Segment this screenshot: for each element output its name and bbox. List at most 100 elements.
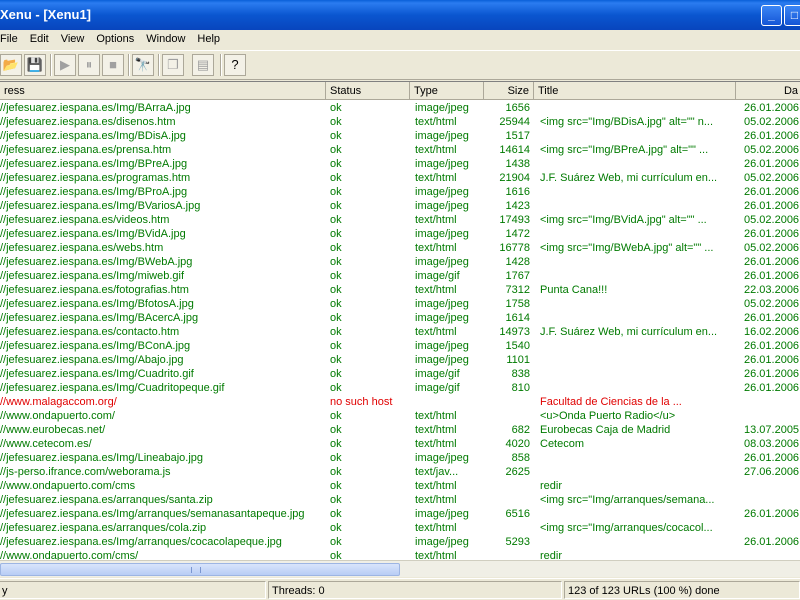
menu-file[interactable]: File bbox=[0, 30, 24, 49]
cell-date: 05.02.2006 bbox=[744, 144, 800, 156]
open-folder-icon[interactable]: 📂 bbox=[0, 54, 22, 76]
save-icon[interactable]: 💾 bbox=[24, 54, 46, 76]
cell-address: //jefesuarez.iespana.es/Img/Lineabajo.jp… bbox=[0, 452, 204, 464]
column-header-type[interactable]: Type bbox=[410, 82, 484, 100]
toolbar-separator bbox=[220, 54, 222, 76]
cell-size: 5293 bbox=[505, 536, 530, 548]
menu-edit[interactable]: Edit bbox=[30, 30, 55, 49]
table-row[interactable]: //js-perso.ifrance.com/weborama.js ok text… bbox=[0, 465, 800, 479]
table-row[interactable]: //jefesuarez.iespana.es/Img/arranques/se… bbox=[0, 507, 800, 521]
cell-date: 26.01.2006 bbox=[744, 130, 800, 142]
cell-type: image/jpeg bbox=[415, 228, 469, 240]
table-row[interactable]: //jefesuarez.iespana.es/Img/BfotosA.jpg o… bbox=[0, 297, 800, 311]
table-row[interactable]: //jefesuarez.iespana.es/disenos.htm ok tex… bbox=[0, 115, 800, 129]
menu-help[interactable]: Help bbox=[197, 30, 226, 49]
menu-options[interactable]: Options bbox=[96, 30, 140, 49]
table-row[interactable]: //www.ondapuerto.com/ok text/html <u>Onda … bbox=[0, 409, 800, 423]
cell-type: text/html bbox=[415, 424, 457, 436]
cell-type: image/jpeg bbox=[415, 298, 469, 310]
cell-status: ok bbox=[330, 214, 342, 226]
cell-status: ok bbox=[330, 354, 342, 366]
table-row[interactable]: //www.cetecom.es/ok text/html 4020 Cetecom 0… bbox=[0, 437, 800, 451]
toolbar-separator bbox=[128, 54, 130, 76]
table-row[interactable]: //jefesuarez.iespana.es/Img/BAcercA.jpg o… bbox=[0, 311, 800, 325]
column-header-size[interactable]: Size bbox=[484, 82, 534, 100]
cell-size: 1101 bbox=[506, 354, 530, 366]
table-row[interactable]: //www.ondapuerto.com/cms ok text/html redir bbox=[0, 479, 800, 493]
cell-size: 1423 bbox=[505, 200, 530, 212]
table-row[interactable]: //jefesuarez.iespana.es/Img/BDisA.jpg ok i… bbox=[0, 129, 800, 143]
binoculars-icon[interactable]: 🔭 bbox=[132, 54, 154, 76]
copy-icon[interactable]: ❐ bbox=[162, 54, 184, 76]
pause-icon[interactable]: ⏸ bbox=[78, 54, 100, 76]
cell-type: text/html bbox=[415, 214, 457, 226]
table-row[interactable]: //jefesuarez.iespana.es/Img/BWebA.jpg ok i… bbox=[0, 255, 800, 269]
toolbar-separator bbox=[50, 54, 52, 76]
table-row[interactable]: //jefesuarez.iespana.es/contacto.htm ok te… bbox=[0, 325, 800, 339]
column-header-address[interactable]: ress bbox=[0, 82, 326, 100]
table-row[interactable]: //jefesuarez.iespana.es/programas.htm ok t… bbox=[0, 171, 800, 185]
maximize-button[interactable]: □ bbox=[784, 5, 800, 26]
table-row[interactable]: //jefesuarez.iespana.es/Img/Abajo.jpg ok i… bbox=[0, 353, 800, 367]
cell-status: ok bbox=[330, 536, 342, 548]
cell-status: ok bbox=[330, 368, 342, 380]
cell-address: //jefesuarez.iespana.es/programas.htm bbox=[0, 172, 191, 184]
table-row[interactable]: //jefesuarez.iespana.es/Img/BVidA.jpg ok i… bbox=[0, 227, 800, 241]
table-row[interactable]: //jefesuarez.iespana.es/Img/BPreA.jpg ok i… bbox=[0, 157, 800, 171]
status-threads: Threads: 0 bbox=[268, 581, 562, 599]
table-row[interactable]: //jefesuarez.iespana.es/Img/arranques/co… bbox=[0, 535, 800, 549]
column-header-date[interactable]: Da bbox=[736, 82, 800, 100]
cell-status: ok bbox=[330, 466, 342, 478]
minimize-button[interactable]: _ bbox=[761, 5, 782, 26]
column-header-title[interactable]: Title bbox=[534, 82, 736, 100]
table-row[interactable]: //jefesuarez.iespana.es/Img/BProA.jpg ok i… bbox=[0, 185, 800, 199]
horizontal-scrollbar[interactable] bbox=[0, 560, 800, 577]
title-bar: Xenu - [Xenu1] _ □ bbox=[0, 0, 800, 30]
table-row[interactable]: //jefesuarez.iespana.es/webs.htm ok text/h… bbox=[0, 241, 800, 255]
stop-icon[interactable]: ■ bbox=[102, 54, 124, 76]
table-row[interactable]: //jefesuarez.iespana.es/videos.htm ok text… bbox=[0, 213, 800, 227]
table-row[interactable]: //www.malagaccom.org/no such host Faculta… bbox=[0, 395, 800, 409]
cell-size: 2625 bbox=[505, 466, 530, 478]
play-icon[interactable]: ▶ bbox=[54, 54, 76, 76]
table-row[interactable]: //jefesuarez.iespana.es/Img/Lineabajo.jp… bbox=[0, 451, 800, 465]
table-row[interactable]: //jefesuarez.iespana.es/Img/miweb.gif ok i… bbox=[0, 269, 800, 283]
menu-view[interactable]: View bbox=[61, 30, 91, 49]
properties-icon[interactable]: ▤ bbox=[192, 54, 214, 76]
cell-status: ok bbox=[330, 410, 342, 422]
table-row[interactable]: //www.eurobecas.net/ok text/html 682 Eurobe… bbox=[0, 423, 800, 437]
cell-address: //jefesuarez.iespana.es/Img/arranques/se… bbox=[0, 508, 305, 520]
cell-address: //www.eurobecas.net/ bbox=[0, 424, 106, 436]
cell-address: //jefesuarez.iespana.es/arranques/cola.z… bbox=[0, 522, 207, 534]
cell-status: ok bbox=[330, 158, 342, 170]
table-row[interactable]: //jefesuarez.iespana.es/prensa.htm ok text… bbox=[0, 143, 800, 157]
cell-size: 1616 bbox=[505, 186, 530, 198]
table-row[interactable]: //jefesuarez.iespana.es/Img/BVariosA.jpg… bbox=[0, 199, 800, 213]
table-row[interactable]: //jefesuarez.iespana.es/arranques/cola.z… bbox=[0, 521, 800, 535]
cell-title: <img src="Img/BDisA.jpg" alt="" n... bbox=[540, 116, 714, 128]
column-header-status[interactable]: Status bbox=[326, 82, 410, 100]
table-row[interactable]: //jefesuarez.iespana.es/Img/BArraA.jpg ok… bbox=[0, 101, 800, 115]
cell-title: <img src="Img/BVidA.jpg" alt="" ... bbox=[540, 214, 707, 226]
cell-address: //jefesuarez.iespana.es/contacto.htm bbox=[0, 326, 180, 338]
cell-size: 16778 bbox=[499, 242, 530, 254]
cell-status: ok bbox=[330, 326, 342, 338]
cell-size: 682 bbox=[511, 424, 530, 436]
help-icon[interactable]: ? bbox=[224, 54, 246, 76]
window-title: Xenu - [Xenu1] bbox=[0, 7, 92, 22]
table-row[interactable]: //jefesuarez.iespana.es/Img/Cuadritopequ… bbox=[0, 381, 800, 395]
table-row[interactable]: //jefesuarez.iespana.es/Img/BConA.jpg ok i… bbox=[0, 339, 800, 353]
cell-date: 26.01.2006 bbox=[744, 228, 800, 240]
menu-window[interactable]: Window bbox=[146, 30, 191, 49]
cell-date: 05.02.2006 bbox=[744, 116, 800, 128]
table-row[interactable]: //jefesuarez.iespana.es/arranques/santa.… bbox=[0, 493, 800, 507]
table-row[interactable]: //jefesuarez.iespana.es/fotografias.htm o… bbox=[0, 283, 800, 297]
table-row[interactable]: //www.ondapuerto.com/cms/ok text/html redi… bbox=[0, 549, 800, 560]
scrollbar-thumb[interactable] bbox=[0, 563, 400, 576]
cell-status: ok bbox=[330, 284, 342, 296]
cell-type: text/html bbox=[415, 410, 457, 422]
table-row[interactable]: //jefesuarez.iespana.es/Img/Cuadrito.gif… bbox=[0, 367, 800, 381]
cell-title: <u>Onda Puerto Radio</u> bbox=[540, 410, 676, 422]
cell-address: //jefesuarez.iespana.es/Img/miweb.gif bbox=[0, 270, 185, 282]
cell-title: <img src="Img/arranques/cocacol... bbox=[540, 522, 713, 534]
